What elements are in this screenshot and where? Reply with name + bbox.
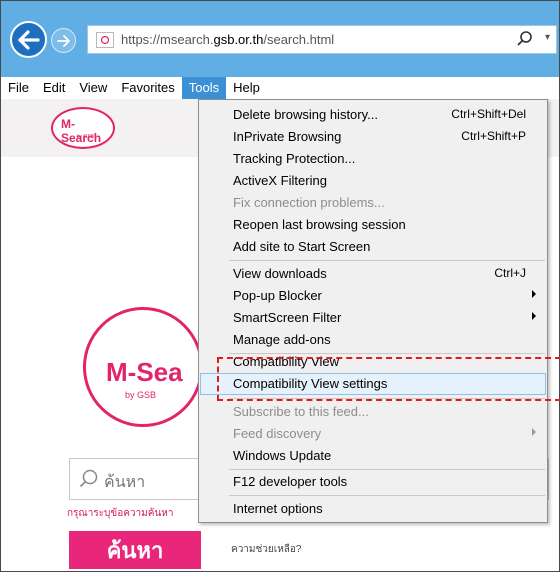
menu-view-downloads[interactable]: View downloads Ctrl+J <box>200 263 546 285</box>
menu-activex-filtering[interactable]: ActiveX Filtering <box>200 170 546 192</box>
highlight-callout <box>217 357 560 401</box>
menu-f12-tools[interactable]: F12 developer tools <box>200 471 546 493</box>
menu-fix-connection: Fix connection problems... <box>233 195 385 210</box>
menu-internet-options[interactable]: Internet options <box>200 498 546 520</box>
menu-feed-discovery: Feed discovery <box>200 423 546 445</box>
forward-button[interactable] <box>51 28 76 53</box>
url-text: https://msearch.gsb.or.th/search.html <box>121 32 335 47</box>
menu-subscribe-feed: Subscribe to this feed... <box>233 404 369 419</box>
header-logo[interactable]: M-Search by GSB <box>51 107 115 149</box>
logo-text: M-Search <box>61 117 102 145</box>
menu-separator <box>229 495 545 496</box>
search-icon[interactable] <box>516 30 534 51</box>
browser-window: https://msearch.gsb.or.th/search.html ▾ … <box>0 0 560 572</box>
menu-tracking-protection[interactable]: Tracking Protection... <box>200 148 546 170</box>
search-button[interactable]: ค้นหา <box>69 531 201 569</box>
search-placeholder: ค้นหา <box>104 474 146 491</box>
menu-help[interactable]: Help <box>226 77 267 99</box>
arrow-left-icon <box>17 29 40 50</box>
menu-separator <box>229 260 545 261</box>
menu-reopen-session[interactable]: Reopen last browsing session <box>200 214 546 236</box>
menu-tools[interactable]: Tools <box>181 77 227 99</box>
magnifier-icon <box>79 469 99 492</box>
submenu-arrow-icon <box>532 428 536 436</box>
menu-popup-blocker[interactable]: Pop-up Blocker <box>200 285 546 307</box>
menu-file[interactable]: File <box>1 77 36 99</box>
site-favicon-icon <box>96 32 114 48</box>
main-logo: M-Sea by GSB <box>83 307 211 427</box>
back-button[interactable] <box>10 21 47 58</box>
help-link[interactable]: ความช่วยเหลือ? <box>231 542 301 557</box>
main-logo-text: M-Sea <box>106 357 183 387</box>
menu-windows-update[interactable]: Windows Update <box>200 445 546 467</box>
menu-favorites[interactable]: Favorites <box>114 77 181 99</box>
menu-separator <box>229 469 545 470</box>
address-toolbar: https://msearch.gsb.or.th/search.html ▾ <box>1 1 559 77</box>
menu-view[interactable]: View <box>72 77 114 99</box>
tools-menu: Delete browsing history... Ctrl+Shift+Del… <box>198 99 548 523</box>
menu-inprivate[interactable]: InPrivate Browsing Ctrl+Shift+P <box>200 126 546 148</box>
logo-subtext: by GSB <box>77 134 95 140</box>
menu-add-start-screen[interactable]: Add site to Start Screen <box>200 236 546 258</box>
menu-manage-addons[interactable]: Manage add-ons <box>200 329 546 351</box>
search-dropdown-icon[interactable]: ▾ <box>545 32 550 43</box>
menu-delete-history[interactable]: Delete browsing history... Ctrl+Shift+Del <box>200 104 546 126</box>
main-logo-subtext: by GSB <box>125 390 157 400</box>
menu-bar: File Edit View Favorites Tools Help <box>1 77 559 99</box>
menu-edit[interactable]: Edit <box>36 77 72 99</box>
address-bar[interactable]: https://msearch.gsb.or.th/search.html ▾ <box>87 25 557 54</box>
arrow-right-icon <box>56 34 70 47</box>
search-hint: กรุณาระบุข้อความค้นหา <box>67 508 174 519</box>
menu-smartscreen[interactable]: SmartScreen Filter <box>200 307 546 329</box>
submenu-arrow-icon <box>532 312 536 320</box>
submenu-arrow-icon <box>532 290 536 298</box>
